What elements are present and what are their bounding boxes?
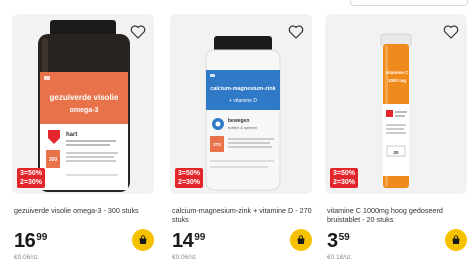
promo-line-2: 2=30%	[178, 179, 200, 186]
add-to-cart-button[interactable]	[132, 229, 154, 251]
product-price: 3 59	[327, 230, 350, 252]
promo-line-1: 3=50%	[178, 170, 200, 177]
label-count: 300	[49, 157, 58, 163]
visolie-jar-image: gezuiverde visolie omega-3 hart 300	[38, 20, 130, 192]
product-image[interactable]: calcium-magnesium-zink + vitamine D bewe…	[170, 14, 312, 194]
promo-line-2: 2=30%	[333, 179, 355, 186]
promo-line-1: 3=50%	[20, 170, 42, 177]
label-section: bewegen	[228, 118, 249, 124]
label-count: 270	[213, 142, 221, 147]
promo-line-2: 2=30%	[20, 179, 42, 186]
price-integer: 3	[327, 230, 338, 252]
top-dropdown[interactable]	[350, 0, 468, 6]
label-subtitle: + vitamine D	[229, 98, 257, 104]
add-to-cart-button[interactable]	[290, 229, 312, 251]
promo-badge: 3=50% 2=30%	[17, 168, 45, 188]
price-decimal: 99	[36, 232, 48, 243]
product-name[interactable]: vitamine C 1000mg hoog gedoseerd bruista…	[327, 206, 467, 224]
price-integer: 16	[14, 230, 36, 252]
product-image[interactable]: vitamine C 1000 mg 20	[325, 14, 467, 194]
label-subtitle: omega-3	[70, 107, 99, 114]
product-name[interactable]: gezuiverde visolie omega-3 - 300 stuks	[14, 206, 154, 215]
label-title: gezuiverde visolie	[50, 93, 119, 102]
shopping-bag-icon	[297, 235, 305, 244]
heart-icon[interactable]	[288, 25, 304, 39]
product-price: 16 99	[14, 230, 47, 252]
unit-price: €0.06/st.	[172, 254, 197, 261]
shopping-bag-icon	[452, 235, 460, 244]
calcium-jar-image: calcium-magnesium-zink + vitamine D bewe…	[205, 36, 281, 191]
label-title: vitamine C	[386, 70, 410, 75]
price-integer: 14	[172, 230, 194, 252]
promo-badge: 3=50% 2=30%	[175, 168, 203, 188]
product-card-calcium[interactable]: calcium-magnesium-zink + vitamine D bewe…	[170, 14, 312, 265]
product-card-vitamine-c[interactable]: vitamine C 1000 mg 20 3=50% 2=30% vitami…	[325, 14, 467, 265]
vitamine-c-tube-image: vitamine C 1000 mg 20	[380, 33, 412, 188]
price-decimal: 99	[194, 232, 206, 243]
label-count: 20	[393, 150, 399, 155]
shopping-bag-icon	[139, 235, 147, 244]
label-section: hart	[66, 132, 77, 138]
label-title: calcium-magnesium-zink	[210, 86, 276, 92]
unit-price: €0.18/st.	[327, 254, 352, 261]
unit-price: €0.06/st.	[14, 254, 39, 261]
label-section-sub: botten & spieren	[228, 125, 257, 130]
add-to-cart-button[interactable]	[445, 229, 467, 251]
product-price: 14 99	[172, 230, 205, 252]
heart-icon[interactable]	[130, 25, 146, 39]
product-card-visolie[interactable]: gezuiverde visolie omega-3 hart 300 3=50…	[12, 14, 154, 265]
promo-badge: 3=50% 2=30%	[330, 168, 358, 188]
price-decimal: 59	[338, 232, 350, 243]
label-subtitle: 1000 mg	[388, 78, 406, 83]
product-image[interactable]: gezuiverde visolie omega-3 hart 300	[12, 14, 154, 194]
promo-line-1: 3=50%	[333, 170, 355, 177]
heart-icon[interactable]	[443, 25, 459, 39]
product-name[interactable]: calcium-magnesium-zink + vitamine D - 27…	[172, 206, 312, 224]
